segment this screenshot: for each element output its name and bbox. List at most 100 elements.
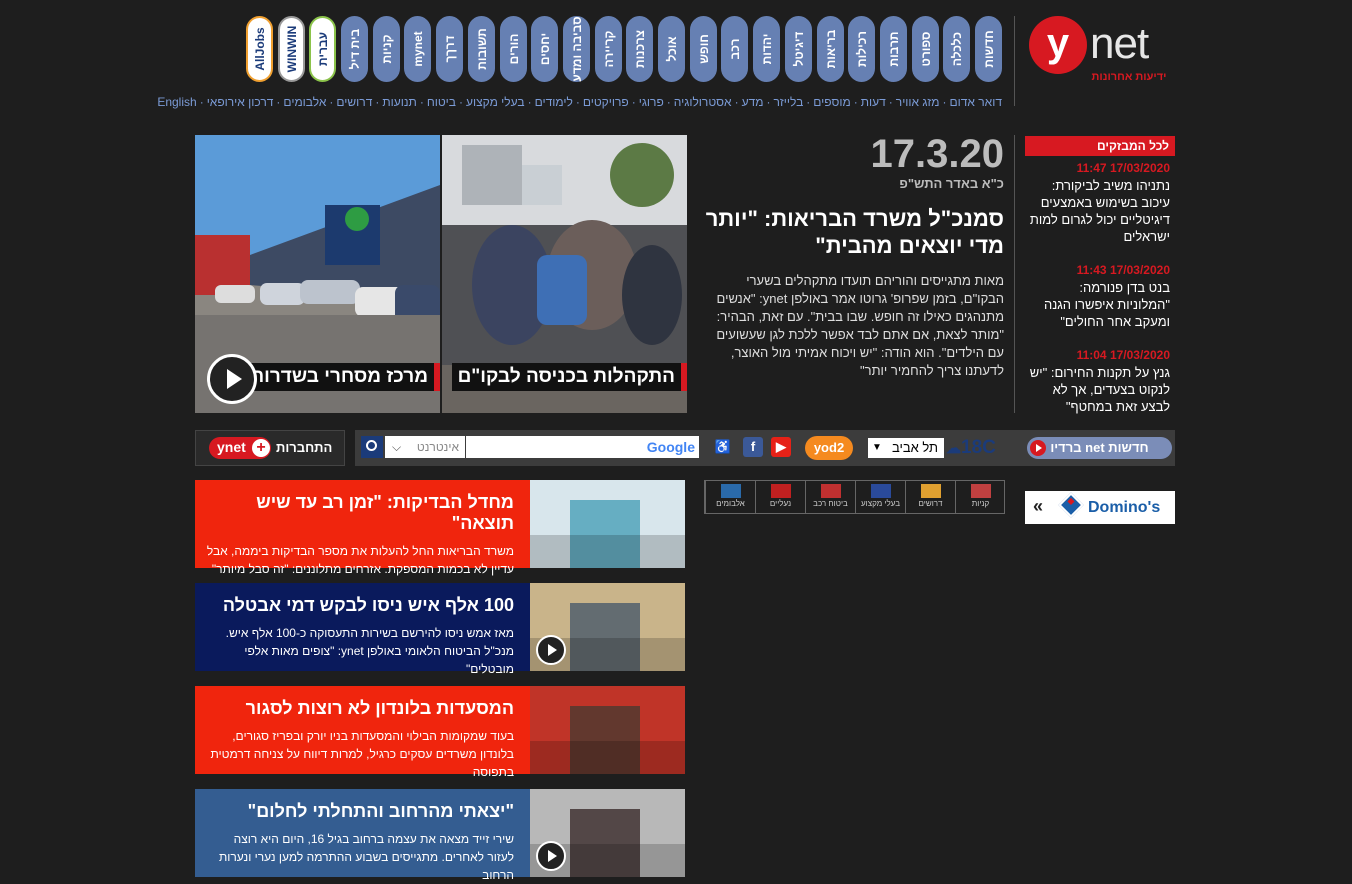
- nav-item-21[interactable]: עברית: [309, 16, 336, 82]
- secondary-link[interactable]: מוספים: [813, 95, 850, 109]
- header-divider: [1014, 16, 1015, 106]
- weather-temperature[interactable]: ☁18C: [946, 437, 996, 459]
- play-icon[interactable]: [207, 354, 257, 404]
- category-item[interactable]: קניות: [955, 480, 1005, 514]
- story-image[interactable]: [530, 789, 685, 877]
- story-card[interactable]: "יצאתי מהרחוב והתחלתי לחלום" שירי זייד מצ…: [195, 789, 685, 882]
- nav-item-23[interactable]: AllJobs: [246, 16, 273, 82]
- lead-headline[interactable]: סמנכ"ל משרד הבריאות: "יותר מדי יוצאים מה…: [700, 205, 1004, 259]
- youtube-icon[interactable]: ▶: [771, 437, 791, 457]
- secondary-link[interactable]: דואר אדום: [950, 95, 1003, 109]
- nav-item-label: קריירה: [601, 30, 616, 68]
- story-title[interactable]: "יצאתי מהרחוב והתחלתי לחלום": [205, 801, 514, 822]
- nav-item-15[interactable]: הורים: [500, 16, 527, 82]
- login-button[interactable]: התחברות: [276, 440, 332, 455]
- story-card[interactable]: מחדל הבדיקות: "זמן רב עד שיש תוצאה" משרד …: [195, 480, 685, 576]
- lead-summary[interactable]: מאות מתגייסים והוריהם תועדו מתקהלים בשער…: [700, 272, 1004, 380]
- breaking-time: 17/03/2020 11:43: [1076, 263, 1170, 277]
- story-card[interactable]: המסעדות בלונדון לא רוצות לסגור בעוד שמקומ…: [195, 686, 685, 779]
- category-item[interactable]: בעלי מקצוע: [855, 480, 905, 514]
- nav-item-0[interactable]: חדשות: [975, 16, 1002, 82]
- secondary-link[interactable]: פרויקטים: [583, 95, 629, 109]
- category-item[interactable]: אלבומים: [705, 480, 755, 514]
- secondary-link[interactable]: מזג אוויר: [896, 95, 940, 109]
- lead-date: 17.3.20: [870, 132, 1004, 176]
- secondary-link[interactable]: פרוגי: [639, 95, 664, 109]
- story-image[interactable]: [530, 583, 685, 671]
- secondary-link[interactable]: English: [157, 95, 196, 109]
- secondary-link[interactable]: בלייזר: [773, 95, 803, 109]
- category-label: ביטוח רכב: [813, 499, 848, 508]
- breaking-news-header[interactable]: לכל המבזקים: [1025, 136, 1175, 156]
- separator: ·: [853, 95, 858, 109]
- story-image[interactable]: [530, 480, 685, 568]
- story-image[interactable]: [530, 686, 685, 774]
- story-card[interactable]: 100 אלף איש ניסו לבקש דמי אבטלה מאז אמש נ…: [195, 583, 685, 676]
- secondary-link[interactable]: מדע: [742, 95, 764, 109]
- nav-item-12[interactable]: קריירה: [595, 16, 622, 82]
- nav-item-2[interactable]: ספורט: [912, 16, 939, 82]
- nav-item-5[interactable]: בריאות: [817, 16, 844, 82]
- nav-item-label: קניות: [379, 34, 394, 64]
- nav-item-9[interactable]: חופש: [690, 16, 717, 82]
- nav-item-22[interactable]: WINWIN: [278, 16, 305, 82]
- double-chevron-left-icon[interactable]: «: [1033, 496, 1043, 517]
- nav-item-label: הורים: [506, 33, 521, 65]
- nav-item-16[interactable]: תשובות: [468, 16, 495, 82]
- play-icon[interactable]: [536, 635, 566, 665]
- nav-item-13[interactable]: סביבה ומדע: [563, 16, 590, 82]
- story-title[interactable]: 100 אלף איש ניסו לבקש דמי אבטלה: [205, 595, 514, 616]
- secondary-link[interactable]: לימודים: [535, 95, 573, 109]
- nav-item-19[interactable]: קניות: [373, 16, 400, 82]
- secondary-link[interactable]: דעות: [861, 95, 886, 109]
- logo-y[interactable]: y: [1029, 16, 1087, 74]
- separator: ·: [375, 95, 380, 109]
- nav-item-7[interactable]: יהדות: [753, 16, 780, 82]
- separator: ·: [942, 95, 947, 109]
- secondary-link[interactable]: דרכון אירופאי: [207, 95, 274, 109]
- category-label: נעליים: [769, 499, 792, 508]
- nav-item-11[interactable]: צרכנות: [626, 16, 653, 82]
- story-title[interactable]: מחדל הבדיקות: "זמן רב עד שיש תוצאה": [205, 492, 514, 534]
- logo-net[interactable]: net: [1090, 16, 1149, 72]
- play-icon[interactable]: [536, 841, 566, 871]
- category-label: אלבומים: [716, 499, 745, 508]
- secondary-link[interactable]: דרושים: [336, 95, 372, 109]
- secondary-link[interactable]: אסטרולוגיה: [674, 95, 732, 109]
- secondary-link[interactable]: תנועות: [382, 95, 416, 109]
- nav-item-10[interactable]: אוכל: [658, 16, 685, 82]
- accessibility-icon[interactable]: ♿: [713, 437, 733, 457]
- search-input[interactable]: Google: [466, 436, 699, 458]
- yod2-button[interactable]: yod2: [805, 436, 853, 460]
- nav-item-8[interactable]: רכב: [721, 16, 748, 82]
- lead-photo-crowd[interactable]: התקהלות בכניסה לבקו"ם: [442, 135, 687, 413]
- logo-subtitle: ידיעות אחרונות: [1091, 71, 1167, 83]
- nav-item-6[interactable]: דיגיטל: [785, 16, 812, 82]
- category-item[interactable]: דרושים: [905, 480, 955, 514]
- secondary-link[interactable]: בעלי מקצוע: [466, 95, 525, 109]
- search-icon[interactable]: [361, 436, 383, 458]
- nav-item-label: עברית: [315, 31, 330, 67]
- breaking-item[interactable]: 17/03/2020 11:47 נתניהו משיב לביקורת: עיכ…: [1025, 160, 1170, 245]
- nav-item-1[interactable]: כלכלה: [943, 16, 970, 82]
- secondary-link[interactable]: אלבומים: [283, 95, 326, 109]
- nav-item-18[interactable]: mynet: [404, 16, 431, 82]
- nav-item-label: בריאות: [823, 29, 838, 69]
- category-item[interactable]: ביטוח רכב: [805, 480, 855, 514]
- nav-item-14[interactable]: יחסים: [531, 16, 558, 82]
- breaking-text: גנץ על תקנות החירום: "יש לנקוט בצעדים, א…: [1029, 365, 1170, 414]
- nav-item-label: WINWIN: [284, 25, 299, 73]
- category-item[interactable]: נעליים: [755, 480, 805, 514]
- story-title[interactable]: המסעדות בלונדון לא רוצות לסגור: [205, 698, 514, 719]
- secondary-link[interactable]: ביטוח: [427, 95, 456, 109]
- breaking-item[interactable]: 17/03/2020 11:04 גנץ על תקנות החירום: "יש…: [1025, 347, 1170, 415]
- nav-item-4[interactable]: רכילות: [848, 16, 875, 82]
- nav-item-17[interactable]: דרךך: [436, 16, 463, 82]
- nav-item-label: כלכלה: [949, 31, 964, 67]
- nav-item-20[interactable]: בית דיל: [341, 16, 368, 82]
- separator: ·: [666, 95, 671, 109]
- facebook-icon[interactable]: f: [743, 437, 763, 457]
- breaking-item[interactable]: 17/03/2020 11:43 בנט בדן פנורמה: "המלוניו…: [1025, 262, 1170, 330]
- nav-item-3[interactable]: תרבות: [880, 16, 907, 82]
- category-label: דרושים: [918, 499, 943, 508]
